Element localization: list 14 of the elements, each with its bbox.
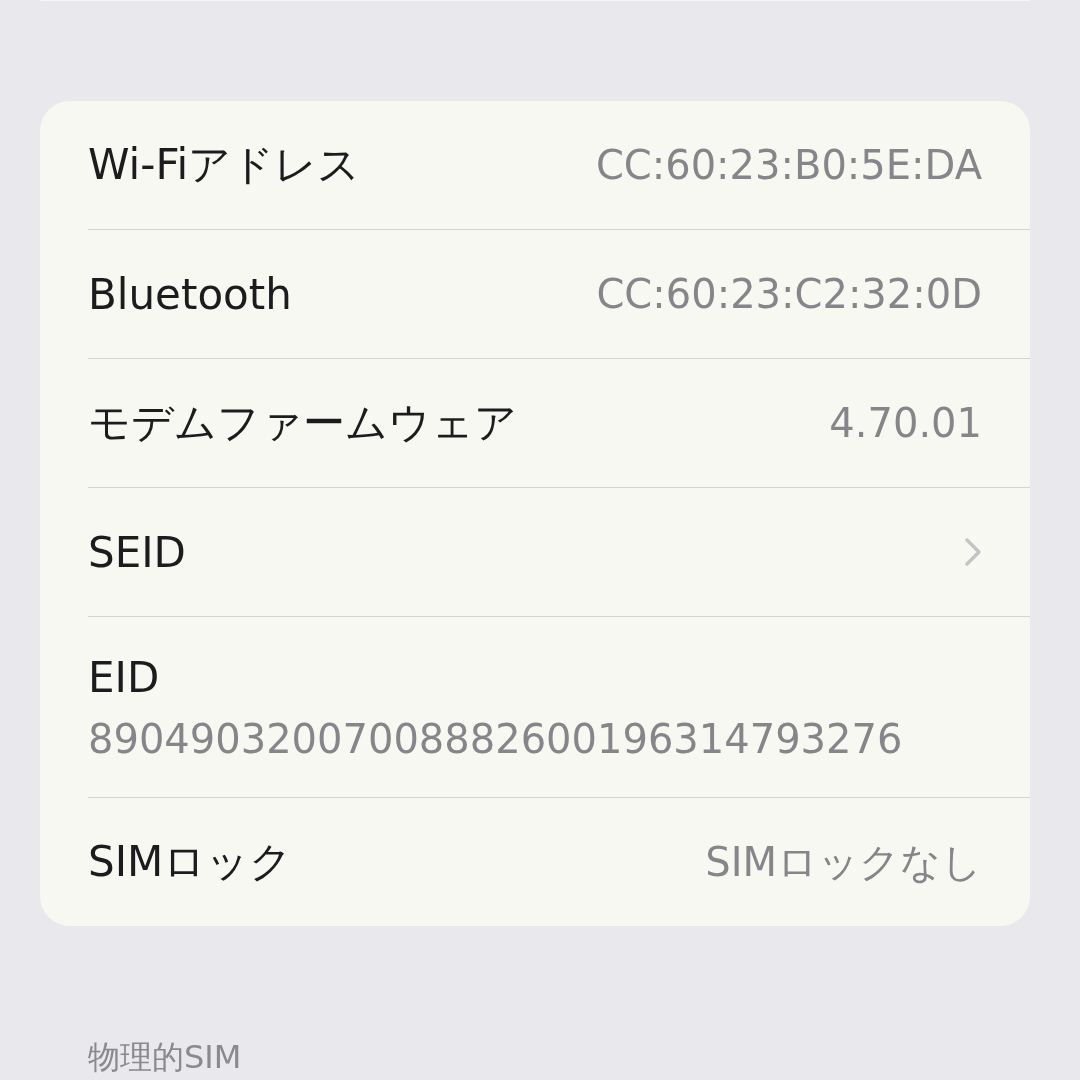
row-value: 4.70.01 bbox=[829, 400, 982, 446]
list-row[interactable]: SEID bbox=[88, 487, 1030, 616]
row-value: 89049032007008882600196314793276 bbox=[88, 715, 903, 762]
row-value: SIMロックなし bbox=[705, 837, 982, 887]
row-label: Bluetooth bbox=[88, 269, 292, 319]
row-label: モデムファームウェア bbox=[88, 397, 517, 449]
row-label: SIMロック bbox=[88, 836, 293, 888]
chevron-icon bbox=[964, 537, 982, 567]
row-label: Wi-Fiアドレス bbox=[88, 139, 361, 191]
section-header: 物理的SIM bbox=[88, 1037, 243, 1078]
row-label: EID bbox=[88, 652, 160, 702]
row-value: CC:60:23:B0:5E:DA bbox=[595, 142, 982, 188]
row-label: SEID bbox=[88, 527, 186, 577]
row-value: CC:60:23:C2:32:0D bbox=[596, 271, 982, 317]
